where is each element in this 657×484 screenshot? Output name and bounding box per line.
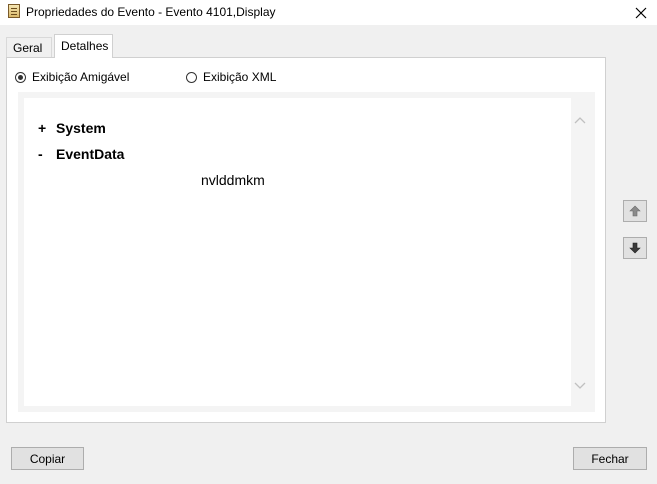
tree-node-eventdata[interactable]: - EventData	[38, 146, 124, 162]
friendly-view-option[interactable]: Exibição Amigável	[15, 70, 129, 84]
close-button[interactable]	[625, 0, 657, 25]
title-bar: Propriedades do Evento - Evento 4101,Dis…	[0, 0, 657, 25]
event-details-view	[24, 98, 589, 406]
xml-view-option[interactable]: Exibição XML	[186, 70, 276, 84]
xml-view-radio[interactable]	[186, 71, 197, 83]
close-dialog-button[interactable]: Fechar	[573, 447, 647, 470]
tab-detalhes[interactable]: Detalhes	[54, 34, 113, 58]
arrow-down-icon	[629, 242, 641, 254]
collapse-toggle[interactable]: -	[38, 146, 56, 162]
arrow-up-icon	[629, 205, 641, 217]
tree-node-label: System	[56, 120, 106, 136]
window-title: Propriedades do Evento - Evento 4101,Dis…	[26, 5, 276, 19]
next-event-button[interactable]	[623, 237, 647, 259]
friendly-view-label: Exibição Amigável	[32, 70, 130, 84]
expand-toggle[interactable]: +	[38, 120, 56, 136]
vertical-scrollbar[interactable]	[571, 98, 589, 406]
xml-view-label: Exibição XML	[203, 70, 277, 84]
chevron-down-icon[interactable]	[571, 378, 589, 392]
close-icon	[635, 7, 647, 18]
tab-geral[interactable]: Geral	[6, 37, 52, 57]
chevron-up-icon[interactable]	[571, 114, 589, 128]
friendly-view-radio[interactable]	[15, 71, 26, 83]
tree-node-label: EventData	[56, 146, 125, 162]
event-viewer-icon	[8, 4, 20, 18]
eventdata-value: nvlddmkm	[201, 172, 265, 188]
tree-node-system[interactable]: + System	[38, 120, 106, 136]
previous-event-button[interactable]	[623, 200, 647, 222]
copy-button[interactable]: Copiar	[11, 447, 84, 470]
